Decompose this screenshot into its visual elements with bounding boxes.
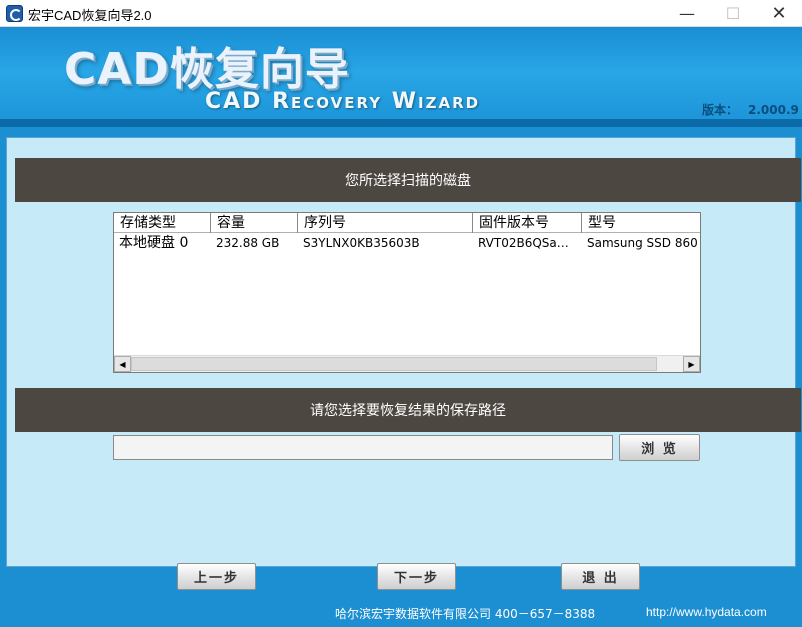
save-section-header: 请您选择要恢复结果的保存路径: [15, 388, 801, 432]
close-button[interactable]: ✕: [756, 0, 802, 27]
version-value: 2.000.9: [748, 103, 799, 117]
cell-serial: S3YLNX0KB35603B: [303, 236, 420, 250]
maximize-button[interactable]: ☐: [710, 0, 756, 27]
logo-english: CAD Recovery Wizard: [205, 89, 481, 114]
horizontal-scrollbar[interactable]: ◀ ▶: [114, 355, 700, 372]
window-title: 宏宇CAD恢复向导2.0: [28, 8, 152, 23]
scrollbar-thumb[interactable]: [131, 357, 657, 371]
browse-button[interactable]: 浏 览: [619, 434, 700, 461]
footer-company: 哈尔滨宏宇数据软件有限公司 400－657－8388: [335, 607, 596, 621]
column-firmware[interactable]: 固件版本号: [473, 213, 582, 233]
previous-button[interactable]: 上一步: [177, 563, 256, 590]
minimize-button[interactable]: —: [664, 0, 710, 27]
cell-model: Samsung SSD 860: [587, 236, 698, 250]
next-button[interactable]: 下一步: [377, 563, 456, 590]
scroll-right-icon[interactable]: ▶: [683, 356, 700, 372]
disk-table-header: 存储类型 容量 序列号 固件版本号 型号: [114, 213, 700, 233]
title-bar: 宏宇CAD恢复向导2.0 — ☐ ✕: [0, 0, 802, 27]
column-model[interactable]: 型号: [582, 213, 700, 233]
scroll-left-icon[interactable]: ◀: [114, 356, 131, 372]
main-frame: 您所选择扫描的磁盘 存储类型 容量 序列号 固件版本号 型号 本地硬盘 0 23…: [0, 127, 802, 627]
version-info: 版本： 2.000.9: [702, 101, 799, 118]
column-storage-type[interactable]: 存储类型: [114, 213, 211, 233]
save-path-input[interactable]: [113, 435, 613, 460]
disk-section-header: 您所选择扫描的磁盘: [15, 158, 801, 202]
column-serial[interactable]: 序列号: [298, 213, 473, 233]
column-capacity[interactable]: 容量: [211, 213, 298, 233]
exit-button[interactable]: 退 出: [561, 563, 640, 590]
banner: CAD恢复向导 CAD Recovery Wizard 版本： 2.000.9: [0, 27, 802, 127]
content-panel: 您所选择扫描的磁盘 存储类型 容量 序列号 固件版本号 型号 本地硬盘 0 23…: [6, 137, 801, 590]
version-label: 版本：: [702, 103, 739, 117]
app-icon: [6, 5, 23, 22]
logo-chinese: CAD恢复向导: [64, 44, 350, 95]
footer-url[interactable]: http://www.hydata.com: [646, 605, 767, 619]
disk-table: 存储类型 容量 序列号 固件版本号 型号 本地硬盘 0 232.88 GB S3…: [113, 212, 701, 373]
cell-storage-type: 本地硬盘 0: [119, 235, 189, 251]
cell-firmware: RVT02B6QSa…: [478, 236, 569, 250]
cell-capacity: 232.88 GB: [216, 236, 280, 250]
table-row[interactable]: 本地硬盘 0 232.88 GB S3YLNX0KB35603B RVT02B6…: [114, 233, 700, 253]
